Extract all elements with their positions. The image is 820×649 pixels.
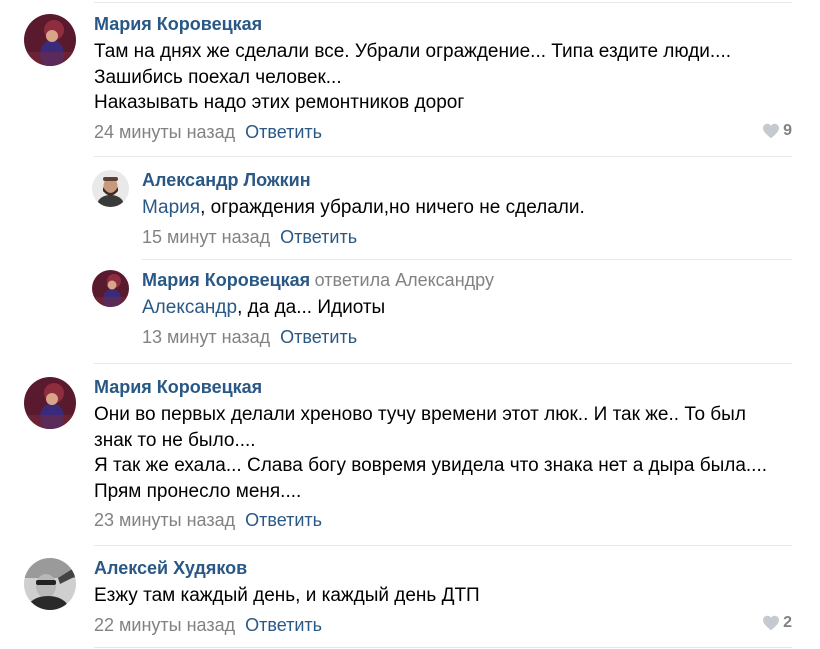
reply-comment: Александр Ложкин Мария, ограждения убрал… bbox=[92, 170, 792, 254]
separator bbox=[94, 647, 792, 648]
avatar[interactable] bbox=[24, 377, 76, 429]
timestamp[interactable]: 24 минуты назад bbox=[94, 122, 235, 142]
comment-meta: 15 минут назад Ответить bbox=[142, 225, 792, 249]
comment-text: Там на днях же сделали все. Убрали ограж… bbox=[94, 39, 792, 116]
comment-body: , ограждения убрали,но ничего не сделали… bbox=[200, 197, 585, 218]
comment-line: Они во первых делали хреново тучу времен… bbox=[94, 404, 746, 425]
avatar[interactable] bbox=[92, 270, 129, 307]
author-name[interactable]: Мария Коровецкая bbox=[94, 14, 262, 34]
separator bbox=[142, 259, 792, 260]
author-name[interactable]: Мария Коровецкая bbox=[94, 377, 262, 397]
mention-link[interactable]: Мария bbox=[142, 197, 200, 218]
replied-to-label[interactable]: ответила Александру bbox=[315, 270, 494, 290]
comment: Алексей Худяков Езжу там каждый день, и … bbox=[24, 558, 792, 646]
comment-text: Мария, ограждения убрали,но ничего не сд… bbox=[142, 195, 792, 221]
like-button[interactable]: 9 bbox=[762, 122, 792, 140]
avatar[interactable] bbox=[92, 170, 129, 207]
comment-meta: 22 минуты назад Ответить bbox=[94, 613, 792, 637]
comment-line: Езжу там каждый день, и каждый день ДТП bbox=[94, 585, 480, 606]
author-name[interactable]: Мария Коровецкая bbox=[142, 270, 310, 290]
like-count: 2 bbox=[783, 614, 792, 631]
comment-body: , да да... Идиоты bbox=[237, 297, 386, 318]
comment: Мария Коровецкая Они во первых делали хр… bbox=[24, 377, 792, 542]
top-divider bbox=[94, 2, 792, 3]
reply-comment: Мария Коровецкая ответила Александру Але… bbox=[92, 270, 792, 354]
timestamp[interactable]: 22 минуты назад bbox=[94, 615, 235, 635]
comment-meta: 24 минуты назад Ответить bbox=[94, 120, 792, 144]
like-button[interactable]: 2 bbox=[762, 614, 792, 632]
separator bbox=[94, 156, 792, 157]
like-count: 9 bbox=[783, 122, 792, 139]
reply-button[interactable]: Ответить bbox=[280, 227, 357, 247]
heart-icon bbox=[763, 615, 780, 631]
comment: Мария Коровецкая Там на днях же сделали … bbox=[24, 14, 792, 154]
timestamp[interactable]: 23 минуты назад bbox=[94, 510, 235, 530]
avatar[interactable] bbox=[24, 558, 76, 610]
comment-line: Наказывать надо этих ремонтников дорог bbox=[94, 92, 465, 113]
separator bbox=[94, 545, 792, 546]
comment-meta: 13 минут назад Ответить bbox=[142, 325, 792, 349]
comment-line: знак то не было.... bbox=[94, 429, 256, 451]
reply-button[interactable]: Ответить bbox=[280, 327, 357, 347]
separator bbox=[94, 363, 792, 364]
comment-text: Они во первых делали хреново тучу времен… bbox=[94, 402, 792, 504]
comment-line: Я так же ехала... Слава богу вовремя уви… bbox=[94, 455, 767, 476]
comment-text: Александр, да да... Идиоты bbox=[142, 295, 792, 321]
comment-meta: 23 минуты назад Ответить bbox=[94, 508, 792, 532]
comment-text: Езжу там каждый день, и каждый день ДТП bbox=[94, 583, 792, 609]
avatar[interactable] bbox=[24, 14, 76, 66]
comment-line: Там на днях же сделали все. Убрали ограж… bbox=[94, 41, 732, 62]
comment-line: Зашибись поехал человек... bbox=[94, 66, 342, 88]
timestamp[interactable]: 13 минут назад bbox=[142, 327, 270, 347]
reply-button[interactable]: Ответить bbox=[245, 122, 322, 142]
reply-button[interactable]: Ответить bbox=[245, 510, 322, 530]
mention-link[interactable]: Александр bbox=[142, 297, 237, 318]
comment-line: Прям пронесло меня.... bbox=[94, 480, 302, 502]
timestamp[interactable]: 15 минут назад bbox=[142, 227, 270, 247]
author-name[interactable]: Алексей Худяков bbox=[94, 558, 247, 578]
heart-icon bbox=[763, 123, 780, 139]
reply-button[interactable]: Ответить bbox=[245, 615, 322, 635]
author-name[interactable]: Александр Ложкин bbox=[142, 170, 311, 190]
